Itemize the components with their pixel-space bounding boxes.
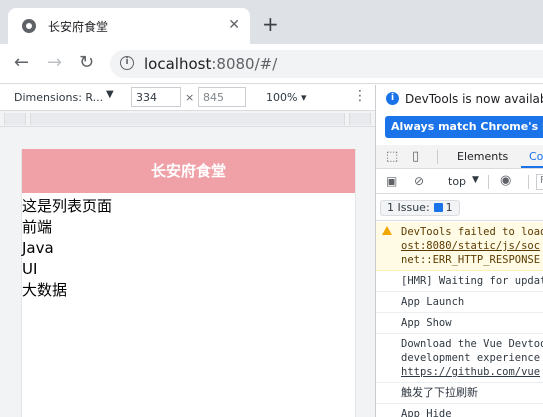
device-screen: 长安府食堂 这是列表页面 前端 Java UI 大数据: [21, 149, 356, 417]
more-options-icon[interactable]: ⋮: [353, 88, 367, 104]
media-query-ruler: [0, 111, 375, 127]
issues-button[interactable]: 1 Issue: 1: [380, 200, 460, 216]
issues-label: 1 Issue:: [387, 201, 430, 214]
filter-input[interactable]: F: [536, 174, 543, 190]
message-line: DevTools failed to load: [401, 226, 543, 238]
console-message: Download the Vue Devtoo development expe…: [376, 334, 543, 383]
ruler-segment[interactable]: [4, 113, 26, 125]
device-toggle-icon[interactable]: ▯: [412, 149, 419, 164]
chevron-down-icon[interactable]: ▼: [472, 175, 479, 185]
device-viewport: 长安府食堂 这是列表页面 前端 Java UI 大数据: [0, 127, 375, 417]
message-line: [HMR] Waiting for update: [401, 275, 543, 287]
tab-elements[interactable]: Elements: [457, 150, 508, 163]
app-content: 这是列表页面 前端 Java UI 大数据: [22, 193, 355, 301]
info-icon: i: [386, 92, 399, 105]
chevron-down-icon[interactable]: ▼: [106, 89, 114, 100]
height-input[interactable]: [198, 87, 246, 107]
message-line: net::ERR_HTTP_RESPONSE: [401, 254, 541, 266]
source-link[interactable]: ost:8080/static/js/soc: [401, 239, 543, 253]
message-line: 触发了下拉刷新: [401, 386, 478, 399]
times-symbol: ×: [185, 91, 195, 104]
browser-tab[interactable]: 长安府食堂 ✕: [8, 8, 250, 44]
console-warning: DevTools failed to load ost:8080/static/…: [376, 222, 543, 271]
console-toolbar: ▣ ⊘ top ▼ ◉ F: [376, 170, 543, 194]
message-line: Download the Vue Devtoo: [401, 338, 543, 350]
url-text[interactable]: localhost:8080/#/: [144, 55, 277, 73]
divider: [437, 150, 438, 164]
issues-count: 1: [445, 201, 453, 214]
console-message: App Launch: [376, 292, 543, 313]
url-path: :8080/#/: [211, 55, 278, 73]
dimensions-select[interactable]: Dimensions: R...: [14, 91, 103, 104]
sidebar-toggle-icon[interactable]: ▣: [386, 174, 397, 188]
list-item: 前端: [22, 218, 53, 236]
device-toolbar: Dimensions: R... ▼ × 100% ▾ ⋮: [0, 85, 375, 111]
console-message: [HMR] Waiting for update: [376, 271, 543, 292]
devtools-info-bar: i DevTools is now available in: [376, 85, 543, 111]
tab-console[interactable]: Co: [529, 150, 543, 163]
match-language-button[interactable]: Always match Chrome's language: [385, 116, 543, 138]
forward-button[interactable]: →: [47, 53, 62, 73]
list-item: 大数据: [22, 281, 68, 299]
clear-console-icon[interactable]: ⊘: [414, 174, 424, 188]
list-page-text: 这是列表页面: [22, 197, 113, 215]
reload-button[interactable]: ↻: [79, 53, 94, 73]
ruler-segment[interactable]: [349, 113, 371, 125]
tab-strip: 长安府食堂 ✕ +: [0, 0, 543, 44]
devtools-panel: i DevTools is now available in Always ma…: [376, 85, 543, 417]
close-tab-icon[interactable]: ✕: [228, 16, 240, 34]
message-line: App Launch: [401, 296, 465, 308]
issues-bar: 1 Issue: 1: [376, 195, 543, 221]
url-host: localhost: [144, 55, 212, 73]
app-navbar: 长安府食堂: [22, 149, 355, 193]
info-message: DevTools is now available in: [405, 92, 543, 106]
list-item: Java: [22, 239, 54, 257]
warning-icon: [382, 226, 392, 235]
message-line: App Show: [401, 317, 452, 329]
issue-flag-icon: [433, 203, 443, 212]
browser-toolbar: ← → ↻ i localhost:8080/#/: [0, 44, 543, 84]
console-message: App Show: [376, 313, 543, 334]
source-link[interactable]: https://github.com/vue: [401, 365, 543, 379]
back-button[interactable]: ←: [14, 53, 29, 73]
zoom-select[interactable]: 100% ▾: [266, 91, 306, 104]
console-log: DevTools failed to load ost:8080/static/…: [376, 222, 543, 417]
info-icon[interactable]: i: [120, 56, 134, 70]
devtools-tabbar: ⬚ ▯ Elements Co: [376, 145, 543, 169]
ruler-segment[interactable]: [30, 113, 345, 125]
divider: [488, 175, 489, 189]
tab-title: 长安府食堂: [48, 20, 109, 34]
eye-icon[interactable]: ◉: [500, 173, 511, 188]
globe-icon: [22, 19, 36, 33]
context-select[interactable]: top: [448, 175, 466, 188]
active-tab-indicator: [521, 166, 543, 168]
message-line: development experience: [401, 352, 541, 364]
message-line: App Hide: [401, 408, 452, 417]
width-input[interactable]: [131, 87, 181, 107]
list-item: UI: [22, 260, 38, 278]
console-message: 触发了下拉刷新: [376, 383, 543, 404]
app-title: 长安府食堂: [150, 162, 226, 180]
new-tab-button[interactable]: +: [262, 14, 279, 34]
divider: [528, 175, 529, 189]
console-message: App Hide: [376, 404, 543, 417]
address-bar[interactable]: i localhost:8080/#/: [110, 50, 543, 78]
inspect-element-icon[interactable]: ⬚: [386, 149, 398, 164]
